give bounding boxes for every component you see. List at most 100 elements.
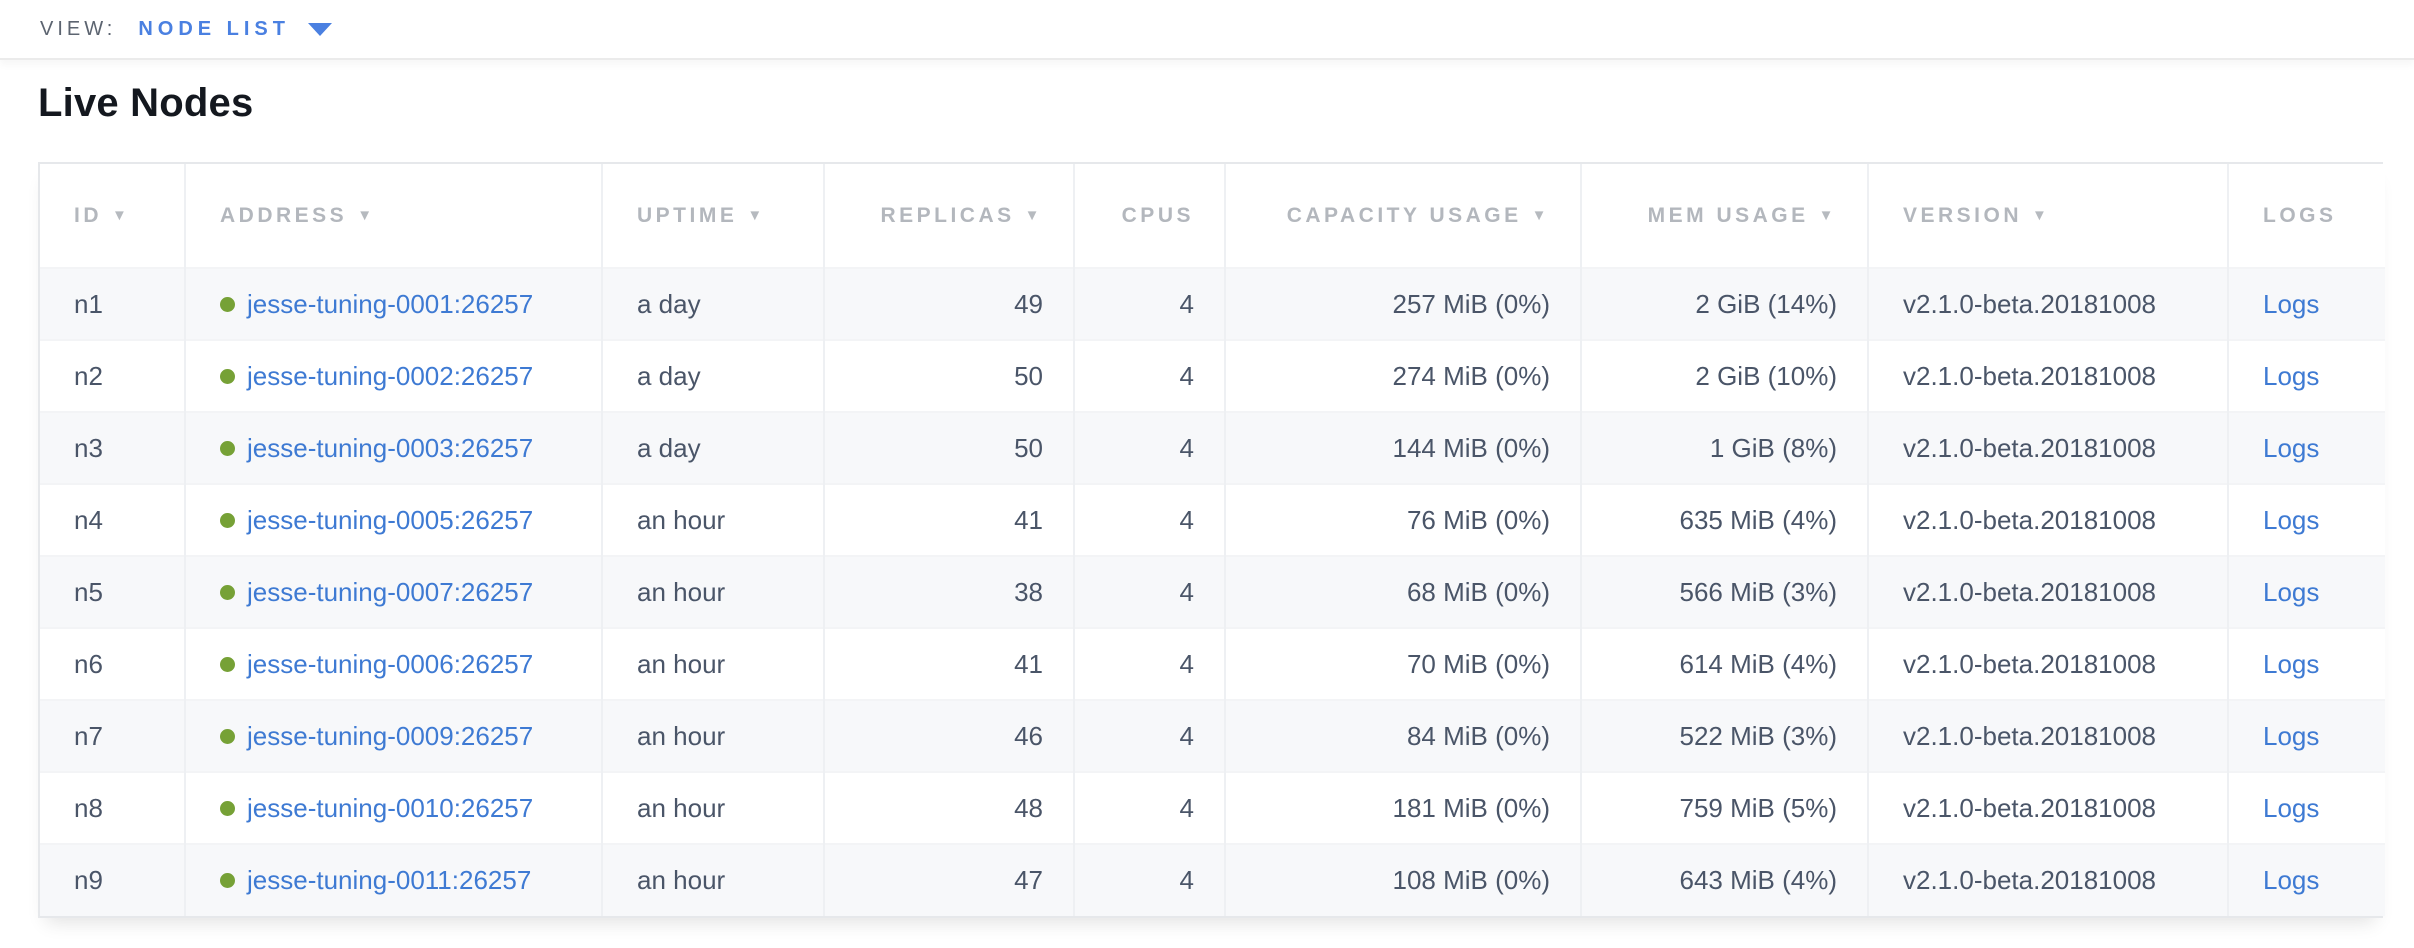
node-row: n9 jesse-tuning-0011:26257 an hour 47 4 … — [40, 844, 2385, 916]
column-header-label: UPTIME — [637, 204, 737, 227]
node-logs-cell: Logs — [2228, 340, 2385, 412]
node-id-cell: n9 — [40, 844, 185, 916]
node-id-cell: n3 — [40, 412, 185, 484]
node-row: n7 jesse-tuning-0009:26257 an hour 46 4 … — [40, 700, 2385, 772]
node-logs-link[interactable]: Logs — [2263, 793, 2319, 823]
node-status-icon — [220, 729, 235, 744]
node-cpus-cell: 4 — [1074, 484, 1225, 556]
column-header-label: ADDRESS — [220, 204, 347, 227]
node-id-cell: n7 — [40, 700, 185, 772]
column-header-mem[interactable]: MEM USAGE▼ — [1581, 164, 1868, 268]
node-address-link[interactable]: jesse-tuning-0007:26257 — [247, 577, 533, 607]
node-replicas-cell: 49 — [824, 268, 1074, 340]
node-capacity-cell: 76 MiB (0%) — [1225, 484, 1581, 556]
column-header-version[interactable]: VERSION▼ — [1868, 164, 2228, 268]
node-id-cell: n1 — [40, 268, 185, 340]
node-address-link[interactable]: jesse-tuning-0009:26257 — [247, 721, 533, 751]
node-address-link[interactable]: jesse-tuning-0006:26257 — [247, 649, 533, 679]
node-cpus-cell: 4 — [1074, 268, 1225, 340]
sort-desc-icon: ▼ — [747, 207, 765, 224]
node-logs-link[interactable]: Logs — [2263, 649, 2319, 679]
node-row: n6 jesse-tuning-0006:26257 an hour 41 4 … — [40, 628, 2385, 700]
node-version-cell: v2.1.0-beta.20181008 — [1868, 412, 2228, 484]
node-id-cell: n5 — [40, 556, 185, 628]
node-replicas-cell: 38 — [824, 556, 1074, 628]
node-status-icon — [220, 441, 235, 456]
node-replicas-cell: 50 — [824, 340, 1074, 412]
column-header-label: ID — [74, 204, 102, 227]
node-cpus-cell: 4 — [1074, 340, 1225, 412]
node-logs-link[interactable]: Logs — [2263, 289, 2319, 319]
node-address-cell: jesse-tuning-0005:26257 — [185, 484, 602, 556]
node-status-icon — [220, 657, 235, 672]
node-capacity-cell: 257 MiB (0%) — [1225, 268, 1581, 340]
node-status-icon — [220, 369, 235, 384]
node-capacity-cell: 70 MiB (0%) — [1225, 628, 1581, 700]
node-version-cell: v2.1.0-beta.20181008 — [1868, 340, 2228, 412]
node-mem-cell: 566 MiB (3%) — [1581, 556, 1868, 628]
node-logs-link[interactable]: Logs — [2263, 721, 2319, 751]
node-logs-link[interactable]: Logs — [2263, 865, 2319, 895]
node-uptime-cell: an hour — [602, 628, 824, 700]
node-version-cell: v2.1.0-beta.20181008 — [1868, 484, 2228, 556]
node-replicas-cell: 48 — [824, 772, 1074, 844]
column-header-uptime[interactable]: UPTIME ▼ — [602, 164, 824, 268]
node-capacity-cell: 84 MiB (0%) — [1225, 700, 1581, 772]
node-status-icon — [220, 585, 235, 600]
node-version-cell: v2.1.0-beta.20181008 — [1868, 844, 2228, 916]
node-uptime-cell: an hour — [602, 772, 824, 844]
view-selected-value: NODE LIST — [138, 18, 290, 41]
node-status-icon — [220, 801, 235, 816]
column-header-replicas[interactable]: REPLICAS▼ — [824, 164, 1074, 268]
node-address-link[interactable]: jesse-tuning-0010:26257 — [247, 793, 533, 823]
node-address-link[interactable]: jesse-tuning-0003:26257 — [247, 433, 533, 463]
node-address-cell: jesse-tuning-0003:26257 — [185, 412, 602, 484]
node-version-cell: v2.1.0-beta.20181008 — [1868, 700, 2228, 772]
column-header-address[interactable]: ADDRESS▼ — [185, 164, 602, 268]
column-header-id[interactable]: ID▼ — [40, 164, 185, 268]
view-bar: VIEW: NODE LIST — [0, 0, 2414, 60]
dropdown-caret-icon — [308, 23, 332, 36]
node-logs-cell: Logs — [2228, 772, 2385, 844]
node-address-cell: jesse-tuning-0009:26257 — [185, 700, 602, 772]
node-logs-link[interactable]: Logs — [2263, 361, 2319, 391]
column-header-cpus: CPUS — [1074, 164, 1225, 268]
node-uptime-cell: a day — [602, 340, 824, 412]
node-address-cell: jesse-tuning-0002:26257 — [185, 340, 602, 412]
node-address-link[interactable]: jesse-tuning-0011:26257 — [247, 865, 531, 895]
node-address-cell: jesse-tuning-0011:26257 — [185, 844, 602, 916]
node-address-link[interactable]: jesse-tuning-0005:26257 — [247, 505, 533, 535]
sort-desc-icon: ▼ — [1532, 207, 1550, 224]
node-logs-link[interactable]: Logs — [2263, 505, 2319, 535]
node-row: n2 jesse-tuning-0002:26257 a day 50 4 27… — [40, 340, 2385, 412]
node-address-link[interactable]: jesse-tuning-0001:26257 — [247, 289, 533, 319]
node-address-link[interactable]: jesse-tuning-0002:26257 — [247, 361, 533, 391]
node-logs-link[interactable]: Logs — [2263, 433, 2319, 463]
node-id-cell: n8 — [40, 772, 185, 844]
node-mem-cell: 2 GiB (10%) — [1581, 340, 1868, 412]
node-cpus-cell: 4 — [1074, 844, 1225, 916]
node-capacity-cell: 181 MiB (0%) — [1225, 772, 1581, 844]
node-uptime-cell: a day — [602, 268, 824, 340]
node-uptime-cell: an hour — [602, 556, 824, 628]
node-mem-cell: 635 MiB (4%) — [1581, 484, 1868, 556]
node-id-cell: n2 — [40, 340, 185, 412]
node-uptime-cell: a day — [602, 412, 824, 484]
node-id-cell: n4 — [40, 484, 185, 556]
node-logs-link[interactable]: Logs — [2263, 577, 2319, 607]
node-status-icon — [220, 873, 235, 888]
node-cpus-cell: 4 — [1074, 412, 1225, 484]
node-mem-cell: 2 GiB (14%) — [1581, 268, 1868, 340]
node-replicas-cell: 41 — [824, 484, 1074, 556]
node-logs-cell: Logs — [2228, 556, 2385, 628]
node-logs-cell: Logs — [2228, 628, 2385, 700]
column-header-capacity[interactable]: CAPACITY USAGE▼ — [1225, 164, 1581, 268]
sort-desc-icon: ▼ — [1819, 207, 1837, 224]
node-cpus-cell: 4 — [1074, 628, 1225, 700]
live-nodes-table: ID▼ADDRESS▼UPTIME▼REPLICAS▼CPUSCAPACITY … — [38, 162, 2383, 918]
view-selector-dropdown[interactable]: NODE LIST — [138, 18, 332, 41]
node-address-cell: jesse-tuning-0001:26257 — [185, 268, 602, 340]
column-header-label: VERSION — [1903, 204, 2022, 227]
node-mem-cell: 522 MiB (3%) — [1581, 700, 1868, 772]
node-logs-cell: Logs — [2228, 268, 2385, 340]
